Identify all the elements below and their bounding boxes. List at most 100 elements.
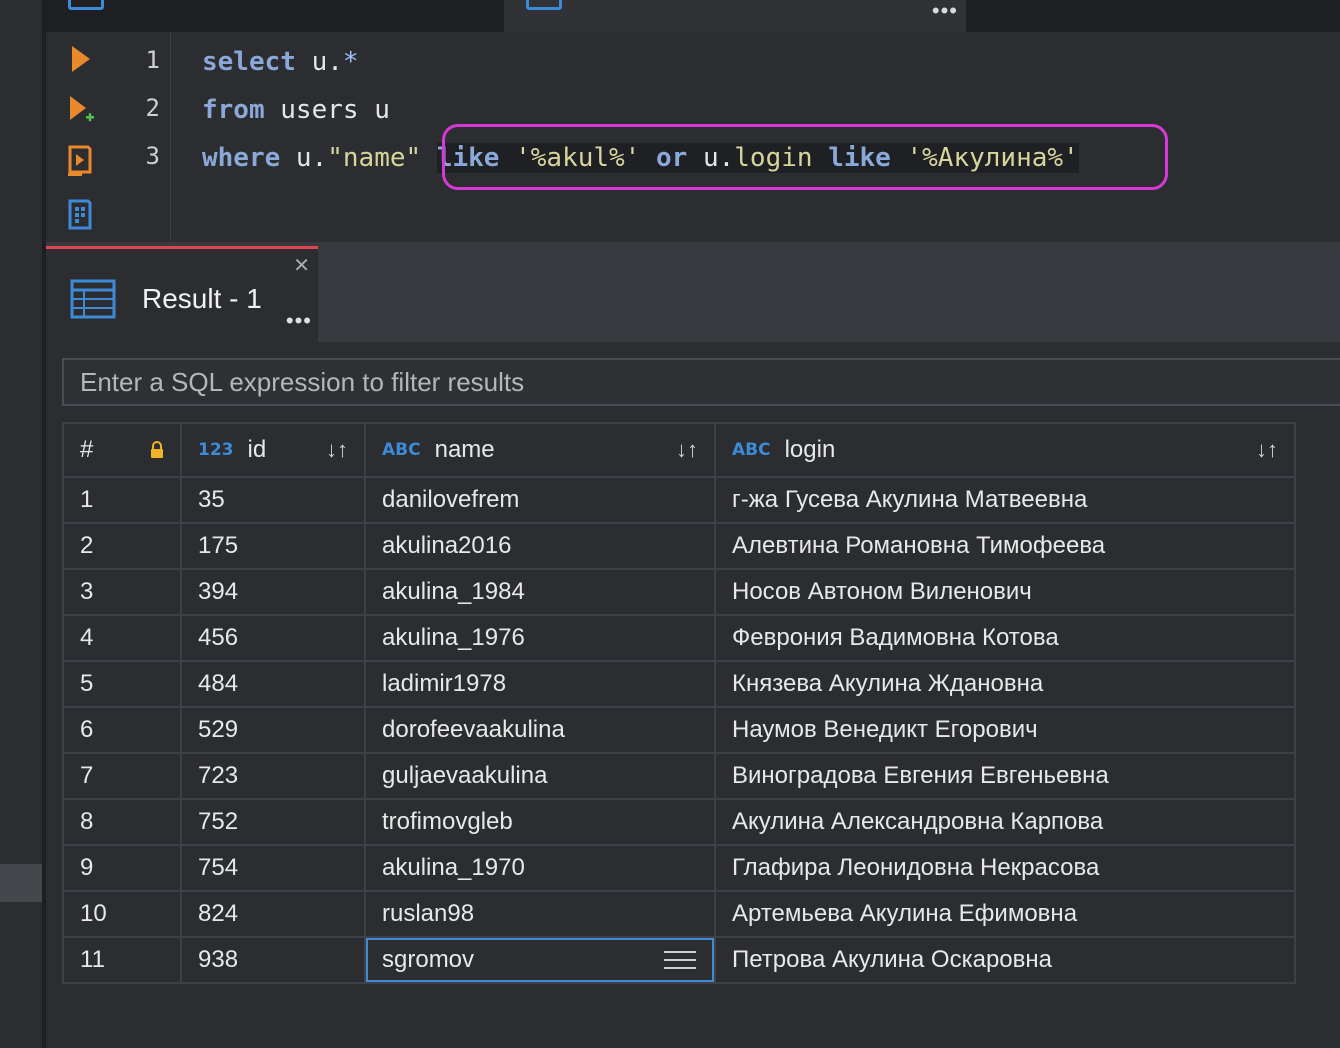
sidebar-selected-item[interactable] [0,864,42,902]
column-header-label: # [80,436,94,463]
explain-plan-icon[interactable] [64,198,96,232]
execute-statement-icon[interactable] [64,42,96,76]
highlight-callout [442,124,1168,190]
filter-input[interactable] [64,360,1340,404]
table-row: 2 175 akulina2016 Алевтина Романовна Тимофе… [62,522,1296,570]
sort-icon[interactable]: ↓↑ [1256,437,1278,463]
code-token: select [202,47,296,77]
app-root: ••• 1 2 3 select u.* from users u where … [0,0,1340,1048]
table-cell[interactable]: Артемьева Акулина Ефимовна [714,890,1296,938]
table-cell[interactable]: 394 [180,568,366,616]
table-cell[interactable]: 529 [180,706,366,754]
table-row: 4 456 akulina_1976 Феврония Вадимовна Котов… [62,614,1296,662]
table-cell[interactable]: 938 [180,936,366,984]
column-header-name[interactable]: ABC name ↓↑ [364,422,716,478]
table-cell[interactable]: 484 [180,660,366,708]
table-cell[interactable]: ladimir1978 [364,660,716,708]
result-grid: # 123 id ↓↑ ABC name ↓↑ ABC login ↓↑ 1 3… [62,422,1296,984]
table-cell[interactable]: akulina_1970 [364,844,716,892]
sql-editor-icon [68,0,104,10]
execute-in-new-tab-icon[interactable] [64,92,96,126]
row-number-cell[interactable]: 3 [62,568,182,616]
code-token: u. [280,143,328,173]
code-token: * [342,47,359,77]
table-cell[interactable]: trofimovgleb [364,798,716,846]
table-cell[interactable]: Виноградова Евгения Евгеньевна [714,752,1296,800]
table-cell[interactable]: 754 [180,844,366,892]
code-token: from [202,95,265,125]
app-sidebar [0,0,42,1048]
editor-tab-1[interactable] [46,0,504,32]
table-cell[interactable]: danilovefrem [364,476,716,524]
editor-tab-2[interactable]: ••• [504,0,966,32]
table-cell[interactable]: 35 [180,476,366,524]
tab-menu-icon[interactable]: ••• [286,310,312,332]
sort-icon[interactable]: ↓↑ [326,437,348,463]
numeric-type-icon: 123 [198,440,234,460]
row-number-cell[interactable]: 10 [62,890,182,938]
table-cell[interactable]: Наумов Венедикт Егорович [714,706,1296,754]
table-cell[interactable]: Петрова Акулина Оскаровна [714,936,1296,984]
table-cell[interactable]: 752 [180,798,366,846]
editor-toolbar [46,32,108,242]
row-number-cell[interactable]: 11 [62,936,182,984]
column-header-label: login [784,436,836,463]
header-row: # 123 id ↓↑ ABC name ↓↑ ABC login ↓↑ [62,422,1296,478]
table-row: 9 754 akulina_1970 Глафира Леонидовна Некра… [62,844,1296,892]
code-token: u. [295,47,343,77]
row-number-cell[interactable]: 4 [62,614,182,662]
table-cell[interactable]: г-жа Гусева Акулина Матвеевна [714,476,1296,524]
table-cell[interactable]: 824 [180,890,366,938]
menu-icon[interactable] [664,950,696,970]
code-line-1: select u.* [202,46,359,78]
table-cell[interactable]: Акулина Александровна Карпова [714,798,1296,846]
code-line-2: from users u [202,94,390,126]
string-type-icon: ABC [732,440,771,460]
table-cell[interactable]: sgromov [364,936,716,984]
table-row: 5 484 ladimir1978 Князева Акулина Ждановна [62,660,1296,708]
table-row: 6 529 dorofeevaakulina Наумов Венедикт Егор… [62,706,1296,754]
table-cell[interactable]: akulina_1976 [364,614,716,662]
row-number-cell[interactable]: 6 [62,706,182,754]
row-number-cell[interactable]: 5 [62,660,182,708]
result-tab[interactable]: Result - 1 ✕ ••• [46,246,318,342]
table-cell[interactable]: 723 [180,752,366,800]
table-cell[interactable]: guljaevaakulina [364,752,716,800]
row-number-cell[interactable]: 8 [62,798,182,846]
table-cell[interactable]: dorofeevaakulina [364,706,716,754]
row-number-cell[interactable]: 2 [62,522,182,570]
row-number-cell[interactable]: 1 [62,476,182,524]
tab-menu-icon[interactable]: ••• [932,0,958,22]
table-cell[interactable]: Феврония Вадимовна Котова [714,614,1296,662]
editor-tab-bar: ••• [46,0,1340,32]
execute-script-icon[interactable] [64,144,96,178]
table-cell[interactable]: akulina2016 [364,522,716,570]
column-header-login[interactable]: ABC login ↓↑ [714,422,1296,478]
code-token: users u [264,95,390,125]
table-grid-icon [70,279,116,319]
line-number: 3 [145,142,160,170]
string-type-icon: ABC [382,440,421,460]
close-icon[interactable]: ✕ [293,253,310,278]
row-number-cell[interactable]: 7 [62,752,182,800]
row-number-cell[interactable]: 9 [62,844,182,892]
table-cell[interactable]: 456 [180,614,366,662]
sql-editor[interactable]: 1 2 3 select u.* from users u where u."n… [46,32,1340,242]
table-cell[interactable]: Алевтина Романовна Тимофеева [714,522,1296,570]
column-header-rownum[interactable]: # [62,422,182,478]
column-header-id[interactable]: 123 id ↓↑ [180,422,366,478]
table-cell[interactable]: akulina_1984 [364,568,716,616]
table-cell[interactable]: Глафира Леонидовна Некрасова [714,844,1296,892]
table-cell[interactable]: 175 [180,522,366,570]
lock-icon [151,441,163,458]
table-cell[interactable]: Князева Акулина Ждановна [714,660,1296,708]
table-row: 11 938 sgromov Петрова Акулина Оскаровна [62,936,1296,984]
result-tab-bar: Result - 1 ✕ ••• [46,242,1340,342]
table-cell[interactable]: Носов Автоном Виленович [714,568,1296,616]
table-cell[interactable]: ruslan98 [364,890,716,938]
sort-icon[interactable]: ↓↑ [676,437,698,463]
result-panel: # 123 id ↓↑ [46,342,1340,1048]
table-row: 7 723 guljaevaakulina Виноградова Евгения Е… [62,752,1296,800]
line-number-gutter: 1 2 3 [108,32,171,242]
